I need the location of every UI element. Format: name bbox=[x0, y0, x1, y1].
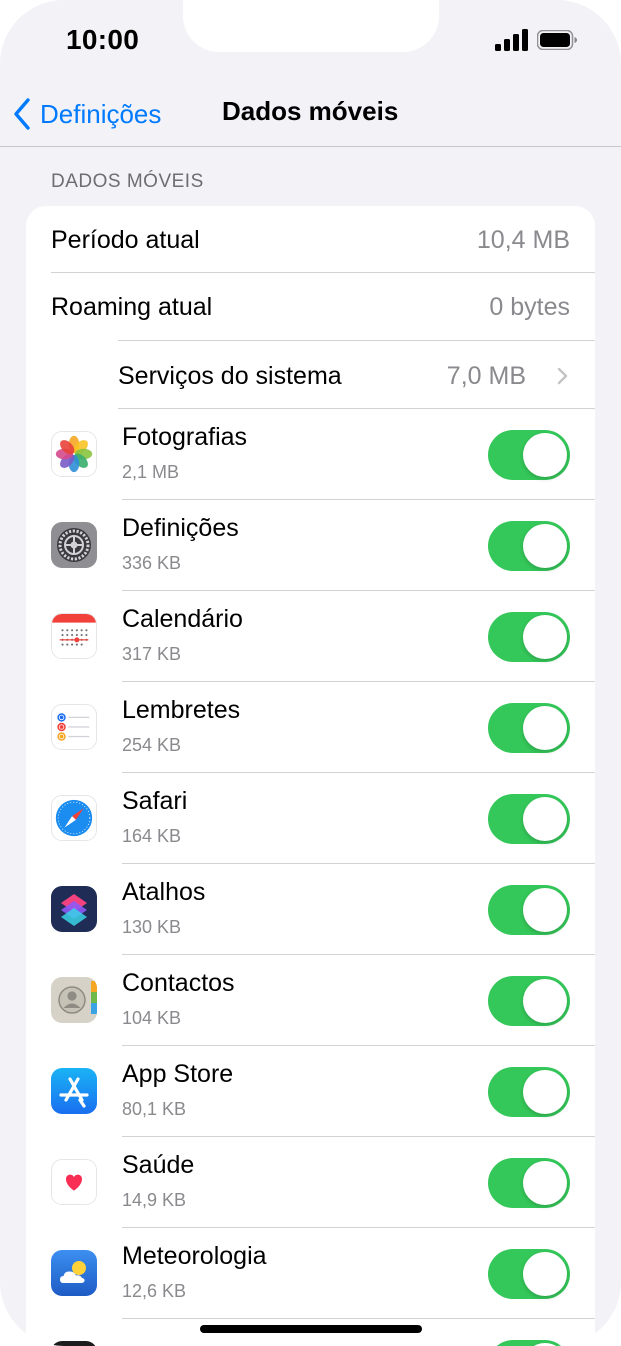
section-header: DADOS MÓVEIS bbox=[51, 171, 204, 192]
status-bar: 10:00 bbox=[0, 0, 621, 88]
calendar-icon bbox=[51, 613, 97, 659]
app-row-reminders: Lembretes 254 KB bbox=[26, 682, 595, 773]
app-name: Calendário bbox=[122, 605, 243, 633]
app-name: Safari bbox=[122, 787, 188, 815]
toggle-knob bbox=[523, 1252, 567, 1296]
toggle-knob bbox=[523, 706, 567, 750]
back-button-label: Definições bbox=[40, 98, 162, 129]
app-data-toggle[interactable] bbox=[488, 703, 570, 753]
app-row-photos: Fotografias 2,1 MB bbox=[26, 409, 595, 500]
shortcuts-icon bbox=[51, 886, 97, 932]
app-data-size: 12,6 KB bbox=[122, 1281, 187, 1301]
current-roaming-value: 0 bytes bbox=[489, 293, 570, 321]
app-row-safari: Safari 164 KB bbox=[26, 773, 595, 864]
app-data-toggle[interactable] bbox=[488, 612, 570, 662]
app-data-toggle[interactable] bbox=[488, 521, 570, 571]
navigation-bar: Definições Dados móveis bbox=[0, 88, 621, 147]
app-row-contacts: Contactos 104 KB bbox=[26, 955, 595, 1046]
weather-icon bbox=[51, 1250, 97, 1296]
toggle-knob bbox=[523, 888, 567, 932]
app-name: Atalhos bbox=[122, 878, 206, 906]
app-data-size: 254 KB bbox=[122, 735, 182, 755]
app-data-toggle[interactable] bbox=[488, 1340, 570, 1346]
cellular-signal-icon bbox=[495, 29, 528, 51]
app-data-toggle[interactable] bbox=[488, 794, 570, 844]
notch bbox=[183, 0, 439, 52]
app-name: Definições bbox=[122, 514, 239, 542]
photos-icon bbox=[51, 431, 97, 477]
toggle-knob bbox=[523, 797, 567, 841]
battery-icon bbox=[537, 30, 577, 50]
toggle-knob bbox=[523, 433, 567, 477]
system-services-label: Serviços do sistema bbox=[118, 362, 342, 390]
app-data-toggle[interactable] bbox=[488, 1067, 570, 1117]
system-services-value: 7,0 MB bbox=[446, 362, 526, 390]
mobile-data-list: Período atual 10,4 MB Roaming atual 0 by… bbox=[26, 206, 595, 1346]
back-button[interactable]: Definições bbox=[12, 94, 161, 134]
partial-app-icon bbox=[51, 1341, 97, 1346]
toggle-knob bbox=[523, 615, 567, 659]
app-row-health: Saúde 14,9 KB bbox=[26, 1137, 595, 1228]
reminders-icon bbox=[51, 704, 97, 750]
current-roaming-label: Roaming atual bbox=[51, 293, 213, 321]
app-data-size: 104 KB bbox=[122, 1008, 182, 1028]
app-name: Fotografias bbox=[122, 423, 248, 451]
app-row-shortcuts: Atalhos 130 KB bbox=[26, 864, 595, 955]
app-row-weather: Meteorologia 12,6 KB bbox=[26, 1228, 595, 1319]
status-time: 10:00 bbox=[66, 24, 140, 55]
app-data-size: 336 KB bbox=[122, 553, 182, 573]
home-indicator bbox=[200, 1325, 422, 1333]
app-data-size: 164 KB bbox=[122, 826, 182, 846]
settings-icon bbox=[51, 522, 97, 568]
toggle-knob bbox=[523, 1161, 567, 1205]
app-data-toggle[interactable] bbox=[488, 430, 570, 480]
safari-icon bbox=[51, 795, 97, 841]
app-row-app-store: App Store 80,1 KB bbox=[26, 1046, 595, 1137]
app-data-size: 130 KB bbox=[122, 917, 182, 937]
phone-screen: 10:00 Definições Dados móveis DADOS MÓVE… bbox=[0, 0, 621, 1346]
toggle-knob bbox=[523, 1070, 567, 1114]
app-data-toggle[interactable] bbox=[488, 885, 570, 935]
app-store-icon bbox=[51, 1068, 97, 1114]
app-data-toggle[interactable] bbox=[488, 976, 570, 1026]
app-data-size: 80,1 KB bbox=[122, 1099, 187, 1119]
system-services-row[interactable]: Serviços do sistema 7,0 MB bbox=[26, 341, 595, 409]
app-data-toggle[interactable] bbox=[488, 1249, 570, 1299]
app-data-toggle[interactable] bbox=[488, 1158, 570, 1208]
current-period-label: Período atual bbox=[51, 226, 200, 254]
app-row-calendar: Calendário 317 KB bbox=[26, 591, 595, 682]
app-name: Meteorologia bbox=[122, 1242, 267, 1270]
app-name: App Store bbox=[122, 1060, 234, 1088]
current-period-value: 10,4 MB bbox=[476, 226, 570, 254]
app-row-settings: Definições 336 KB bbox=[26, 500, 595, 591]
toggle-knob bbox=[523, 979, 567, 1023]
app-data-size: 2,1 MB bbox=[122, 462, 180, 482]
page-title: Dados móveis bbox=[222, 96, 399, 126]
app-name: Saúde bbox=[122, 1151, 195, 1179]
app-data-size: 317 KB bbox=[122, 644, 182, 664]
app-data-size: 14,9 KB bbox=[122, 1190, 187, 1210]
toggle-knob bbox=[523, 524, 567, 568]
chevron-left-icon bbox=[14, 98, 30, 130]
current-period-row: Período atual 10,4 MB bbox=[26, 206, 595, 273]
app-name: Lembretes bbox=[122, 696, 241, 724]
chevron-right-icon bbox=[557, 367, 568, 385]
app-name: Contactos bbox=[122, 969, 235, 997]
health-icon bbox=[51, 1159, 97, 1205]
contacts-icon bbox=[51, 977, 97, 1023]
current-roaming-row: Roaming atual 0 bytes bbox=[26, 273, 595, 341]
